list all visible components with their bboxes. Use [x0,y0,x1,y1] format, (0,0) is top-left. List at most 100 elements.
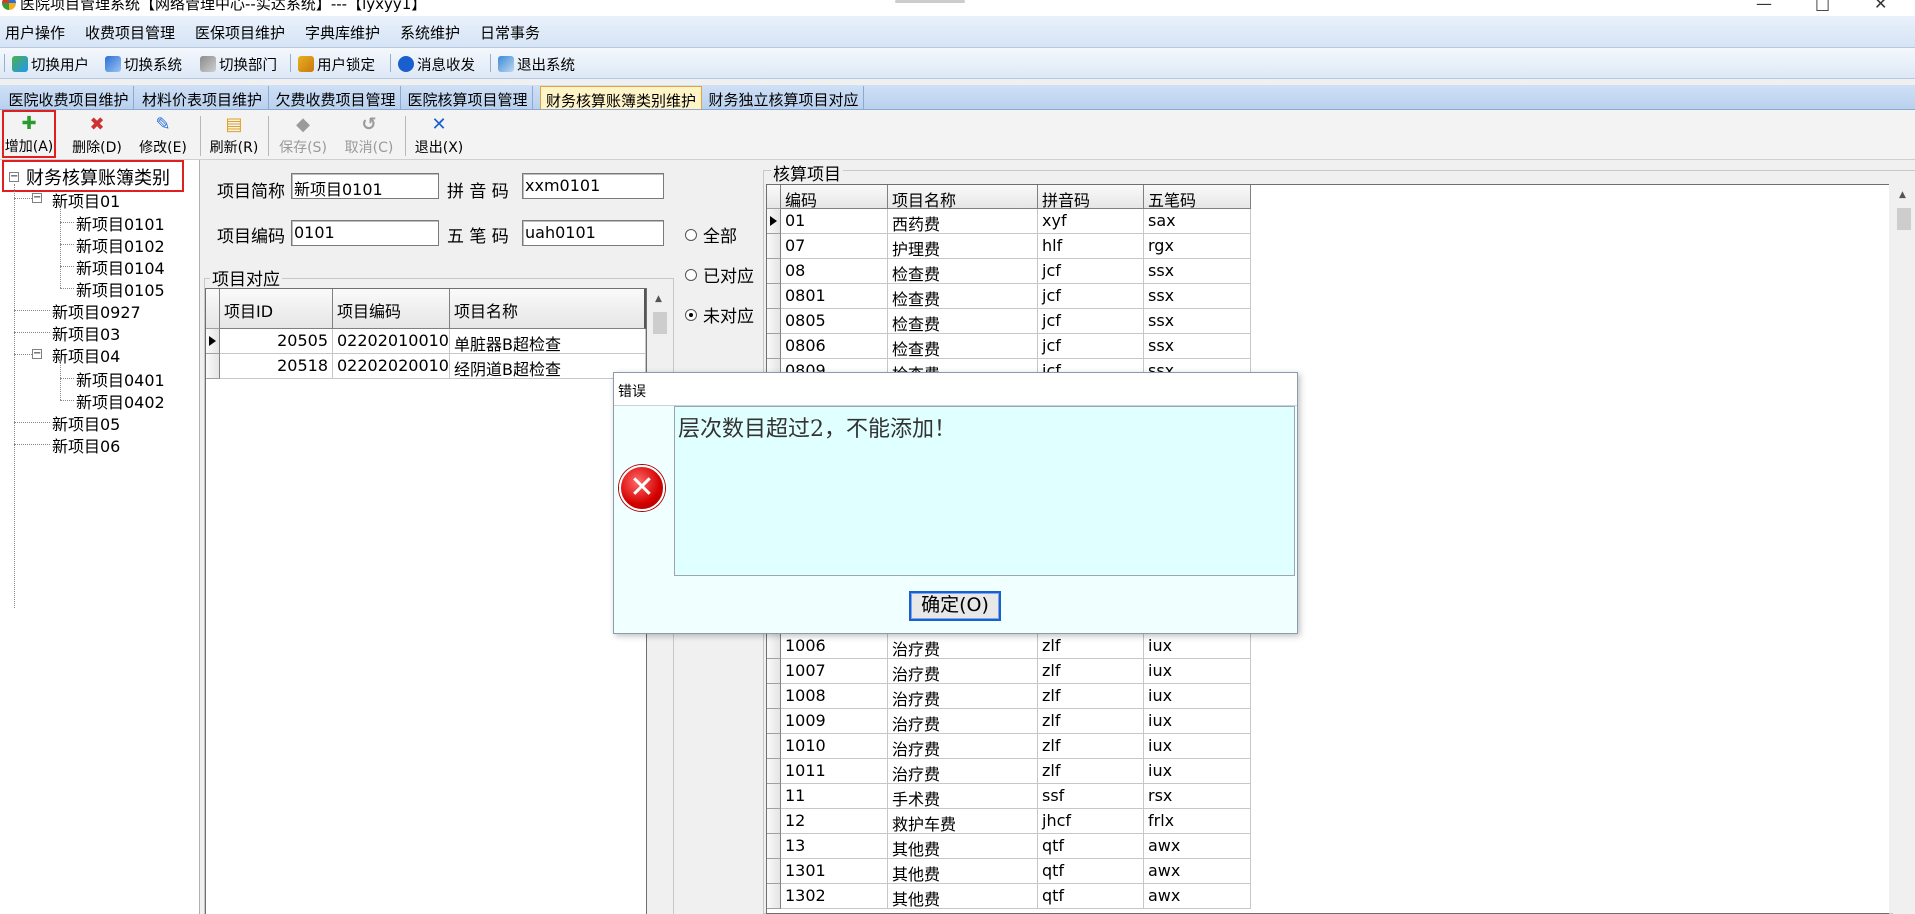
acc-cell-wubi[interactable]: rgx [1144,234,1251,259]
acc-cell-name[interactable]: 西药费 [888,209,1038,234]
acc-cell-name[interactable]: 检查费 [888,284,1038,309]
acc-cell-name[interactable]: 检查费 [888,334,1038,359]
scroll-thumb[interactable] [1897,208,1911,230]
acc-cell-code[interactable]: 08 [781,259,888,284]
acc-cell-code[interactable]: 13 [781,834,888,859]
row-indicator-current[interactable] [767,209,781,234]
acc-cell-pinyin[interactable]: zlf [1038,709,1144,734]
row-indicator[interactable] [767,684,781,709]
acc-cell-code[interactable]: 1302 [781,884,888,909]
tree-node-01[interactable]: 新项目01 [52,188,120,212]
acc-cell-pinyin[interactable]: jcf [1038,334,1144,359]
collapse-toggle-icon[interactable]: − [32,349,42,359]
acc-cell-wubi[interactable]: iux [1144,659,1251,684]
cancel-button[interactable]: ↺ 取消(C) [340,113,398,157]
accounting-scrollbar[interactable]: ▲ [1893,184,1915,914]
acc-cell-name[interactable]: 其他费 [888,884,1038,909]
acc-cell-pinyin[interactable]: jcf [1038,284,1144,309]
acc-cell-code[interactable]: 0805 [781,309,888,334]
acc-cell-name[interactable]: 手术费 [888,784,1038,809]
row-indicator[interactable] [767,784,781,809]
close-window-button[interactable]: ✕ [1874,0,1887,13]
acc-cell-name[interactable]: 检查费 [888,259,1038,284]
delete-button[interactable]: ✖ 删除(D) [68,113,126,157]
tree-node-root[interactable]: 财务核算账簿类别 [26,164,170,190]
tab-material-price-items[interactable]: 材料价表项目维护 [136,86,269,109]
acc-cell-wubi[interactable]: iux [1144,709,1251,734]
row-indicator[interactable] [767,834,781,859]
acc-cell-pinyin[interactable]: xyf [1038,209,1144,234]
wubi-input[interactable]: uah0101 [522,220,664,246]
switch-user-button[interactable]: 切换用户 [12,53,89,75]
acc-cell-wubi[interactable]: awx [1144,834,1251,859]
acc-cell-wubi[interactable]: frlx [1144,809,1251,834]
dialog-ok-button[interactable]: 确定(O) [909,591,1001,621]
scroll-up-icon[interactable]: ▲ [1899,190,1906,200]
menu-insurance-items[interactable]: 医保项目维护 [195,22,285,43]
row-indicator-current[interactable] [206,329,220,354]
menu-user-ops[interactable]: 用户操作 [5,22,65,43]
tree-node-0402[interactable]: 新项目0402 [76,389,165,413]
switch-dept-button[interactable]: 切换部门 [200,53,277,75]
acc-cell-wubi[interactable]: ssx [1144,284,1251,309]
row-indicator[interactable] [767,259,781,284]
acc-cell-code[interactable]: 1011 [781,759,888,784]
row-indicator[interactable] [767,859,781,884]
row-indicator[interactable] [767,659,781,684]
menu-dictionary[interactable]: 字典库维护 [305,22,380,43]
acc-cell-code[interactable]: 11 [781,784,888,809]
acc-cell-pinyin[interactable]: hlf [1038,234,1144,259]
pinyin-input[interactable]: xxm0101 [522,173,664,199]
tree-node-0102[interactable]: 新项目0102 [76,233,165,257]
acc-cell-wubi[interactable]: awx [1144,884,1251,909]
row-indicator[interactable] [767,309,781,334]
acc-cell-wubi[interactable]: ssx [1144,259,1251,284]
acc-cell-pinyin[interactable]: zlf [1038,759,1144,784]
col-header-item-id[interactable]: 项目ID [220,289,333,329]
edit-button[interactable]: ✎ 修改(E) [134,113,192,157]
exit-button[interactable]: ✕ 退出(X) [410,113,468,157]
menu-system-maintenance[interactable]: 系统维护 [400,22,460,43]
acc-cell-code[interactable]: 0806 [781,334,888,359]
acc-cell-wubi[interactable]: ssx [1144,334,1251,359]
row-indicator[interactable] [767,734,781,759]
tree-node-0104[interactable]: 新项目0104 [76,255,165,279]
mapping-cell-code[interactable]: 0220202001000 [333,354,450,379]
acc-cell-pinyin[interactable]: zlf [1038,734,1144,759]
acc-cell-name[interactable]: 治疗费 [888,734,1038,759]
menu-daily-affairs[interactable]: 日常事务 [480,22,540,43]
tree-node-06[interactable]: 新项目06 [52,433,120,457]
acc-cell-code[interactable]: 1301 [781,859,888,884]
save-button[interactable]: ◆ 保存(S) [274,113,332,157]
acc-cell-name[interactable]: 其他费 [888,859,1038,884]
filter-matched-radio[interactable]: 已对应 [685,262,754,287]
tab-arrears-fee-items[interactable]: 欠费收费项目管理 [271,86,401,109]
mapping-grid[interactable]: 项目ID 项目编码 项目名称 20505 0220201001000 单脏器B超… [205,288,647,914]
acc-cell-code[interactable]: 07 [781,234,888,259]
scroll-up-icon[interactable]: ▲ [655,294,662,304]
row-indicator[interactable] [767,284,781,309]
acc-cell-wubi[interactable]: ssx [1144,309,1251,334]
acc-cell-name[interactable]: 护理费 [888,234,1038,259]
messages-button[interactable]: 消息收发 [398,53,475,75]
filter-all-radio[interactable]: 全部 [685,222,737,247]
acc-cell-pinyin[interactable]: zlf [1038,634,1144,659]
acc-cell-wubi[interactable]: sax [1144,209,1251,234]
acc-cell-code[interactable]: 1007 [781,659,888,684]
short-name-input[interactable]: 新项目0101 [291,173,439,199]
acc-cell-pinyin[interactable]: jcf [1038,309,1144,334]
acc-cell-pinyin[interactable]: ssf [1038,784,1144,809]
mapping-cell-name[interactable]: 单脏器B超检查 [450,329,646,354]
row-indicator[interactable] [767,234,781,259]
acc-cell-pinyin[interactable]: jcf [1038,259,1144,284]
collapse-toggle-icon[interactable]: − [32,193,42,203]
acc-cell-code[interactable]: 1006 [781,634,888,659]
filter-unmatched-radio[interactable]: 未对应 [685,302,754,327]
acc-cell-code[interactable]: 01 [781,209,888,234]
minimize-button[interactable]: — [1756,0,1772,13]
acc-cell-code[interactable]: 1009 [781,709,888,734]
refresh-button[interactable]: ▤ 刷新(R) [205,113,263,157]
acc-cell-code[interactable]: 1008 [781,684,888,709]
exit-system-button[interactable]: 退出系统 [498,53,575,75]
tree-node-0927[interactable]: 新项目0927 [52,299,141,323]
